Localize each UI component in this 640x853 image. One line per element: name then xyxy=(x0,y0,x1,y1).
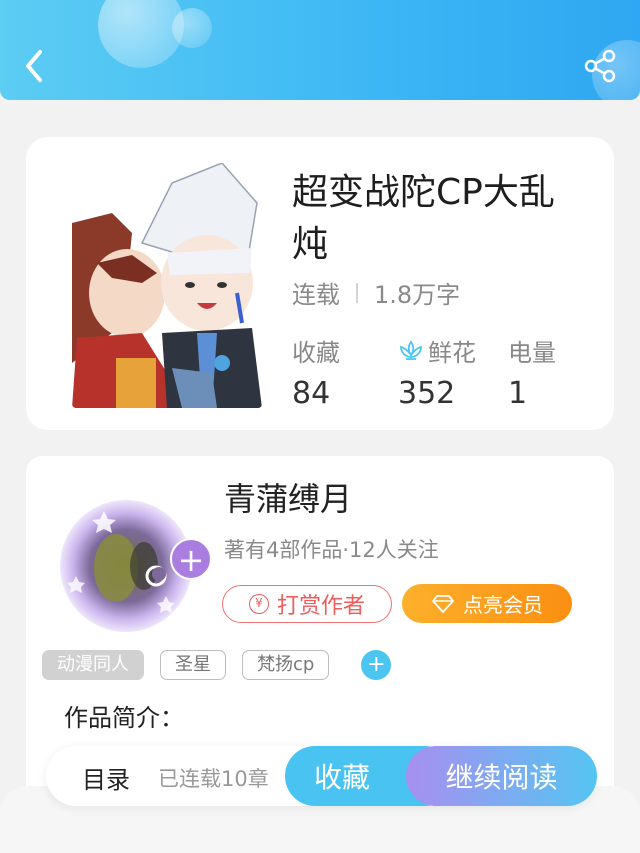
decorative-bubble xyxy=(98,0,184,68)
collect-label: 收藏 xyxy=(313,761,370,794)
book-info-card: 超变战陀CP大乱炖 连载 1.8万字 收藏 84 鲜花 352 电量 1 xyxy=(26,137,614,430)
tip-author-label: 打赏作者 xyxy=(276,594,365,619)
share-icon[interactable] xyxy=(582,48,618,84)
back-arrow-icon[interactable] xyxy=(18,46,52,86)
author-name[interactable]: 青蒲缚月 xyxy=(224,474,352,520)
stat-favorites: 收藏 84 xyxy=(292,333,340,411)
add-tag-button[interactable]: + xyxy=(361,650,392,680)
book-status: 连载 xyxy=(292,281,340,309)
header-bar xyxy=(0,0,640,100)
diamond-icon xyxy=(432,594,454,613)
toc-label[interactable]: 目录 xyxy=(82,760,130,795)
tag-list: 动漫同人 圣星 梵扬cp + xyxy=(42,650,392,680)
book-word-count: 1.8万字 xyxy=(374,281,461,309)
book-title: 超变战陀CP大乱炖 xyxy=(292,172,555,265)
lotus-flower-icon xyxy=(400,339,422,360)
cover-illustration xyxy=(72,163,262,408)
stat-flowers-value: 352 xyxy=(398,376,456,411)
book-cover-image[interactable] xyxy=(72,163,262,408)
book-meta: 连载 1.8万字 xyxy=(292,275,460,310)
vip-membership-button[interactable]: 点亮会员 xyxy=(402,584,572,623)
book-detail-page: 超变战陀CP大乱炖 连载 1.8万字 收藏 84 鲜花 352 电量 1 + 青… xyxy=(0,0,640,853)
decorative-bubble xyxy=(172,8,212,48)
tip-author-button[interactable]: ¥ 打赏作者 xyxy=(222,585,392,623)
continue-reading-button[interactable]: 继续阅读 xyxy=(406,746,597,806)
tag-item[interactable]: 圣星 xyxy=(160,650,226,680)
meta-divider xyxy=(356,282,358,303)
intro-heading: 作品简介： xyxy=(64,704,184,732)
author-stats: 著有4部作品·12人关注 xyxy=(224,538,439,562)
stat-favorites-label: 收藏 xyxy=(292,339,340,367)
author-avatar[interactable]: + xyxy=(56,496,212,636)
toc-status: 已连载10章 xyxy=(158,767,269,791)
stat-flowers[interactable]: 鲜花 352 xyxy=(398,333,476,411)
tag-item[interactable]: 梵扬cp xyxy=(242,650,330,680)
stat-power-value: 1 xyxy=(508,376,528,411)
stat-favorites-value: 84 xyxy=(292,376,331,411)
tag-item[interactable]: 动漫同人 xyxy=(42,650,144,680)
stat-power-label: 电量 xyxy=(508,339,556,367)
follow-author-button[interactable]: + xyxy=(170,538,212,580)
vip-membership-label: 点亮会员 xyxy=(463,593,543,617)
yen-icon: ¥ xyxy=(248,594,269,614)
read-label: 继续阅读 xyxy=(445,761,558,794)
stat-power: 电量 1 xyxy=(508,333,556,411)
stat-flowers-label: 鲜花 xyxy=(428,339,476,367)
